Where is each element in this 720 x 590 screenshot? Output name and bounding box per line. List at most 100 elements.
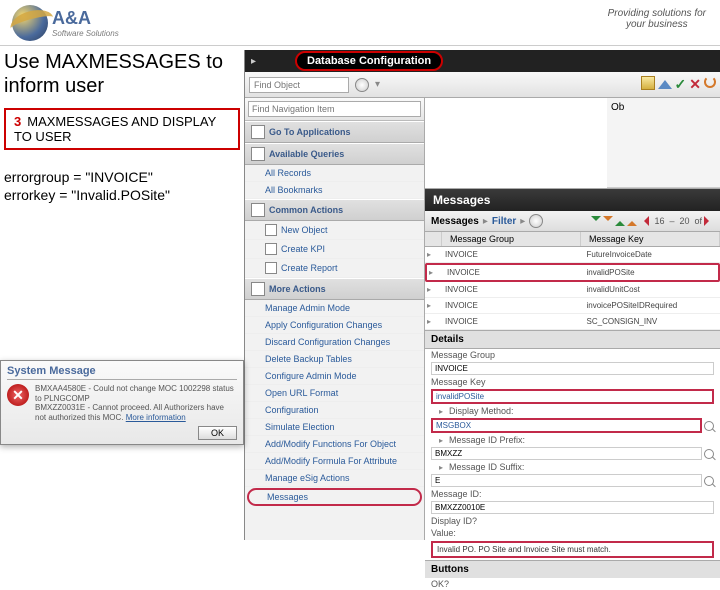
common-icon bbox=[251, 203, 265, 217]
nav-reload-db[interactable]: Delete Backup Tables bbox=[245, 351, 424, 368]
filter-link[interactable]: Filter bbox=[492, 216, 516, 227]
nav-pane: Go To Applications Available Queries All… bbox=[245, 98, 425, 540]
nav-discard-config[interactable]: Discard Configuration Changes bbox=[245, 334, 424, 351]
detail-value-label: Value: bbox=[425, 527, 720, 539]
messages-panel-title: Messages bbox=[425, 189, 720, 211]
route-icon[interactable] bbox=[704, 76, 716, 88]
error-icon: ✕ bbox=[7, 384, 29, 406]
code-line-1: errorgroup = "INVOICE" bbox=[4, 168, 240, 186]
system-message-dialog: System Message ✕ BMXAA4580E - Could not … bbox=[0, 360, 244, 445]
nav-manage-admin[interactable]: Manage Admin Mode bbox=[245, 300, 424, 317]
buttons-header: Buttons bbox=[425, 560, 720, 578]
app-arrow-icon[interactable]: ▸ bbox=[251, 56, 256, 67]
messages-panel-bar: Messages ▸ Filter ▸ 16 – 20 of bbox=[425, 211, 720, 232]
detail-msggroup-val[interactable]: INVOICE bbox=[431, 362, 714, 375]
lookup-icon[interactable] bbox=[704, 421, 714, 431]
ok-button[interactable]: OK bbox=[198, 426, 237, 440]
goto-icon bbox=[251, 125, 265, 139]
object-area: Ob bbox=[607, 98, 720, 188]
table-row[interactable]: ▸INVOICEinvalidPOSite bbox=[425, 263, 720, 282]
nav-new-object[interactable]: New Object bbox=[245, 221, 424, 240]
table-row[interactable]: ▸INVOICEinvalidUnitCost bbox=[425, 282, 720, 298]
tagline: Providing solutions for your business bbox=[608, 8, 706, 30]
nav-create-kpi[interactable]: Create KPI bbox=[245, 240, 424, 259]
last-page-icon[interactable] bbox=[627, 216, 637, 226]
nav-messages[interactable]: Messages bbox=[247, 488, 422, 506]
detail-ok: OK? bbox=[425, 578, 720, 590]
detail-display-val[interactable]: MSGBOX bbox=[431, 418, 702, 433]
logo-icon bbox=[12, 5, 48, 41]
nav-apply-config[interactable]: Apply Configuration Changes bbox=[245, 317, 424, 334]
app-screenshot: ▸ Database Configuration ▾ ✓ ✕ Go To App… bbox=[244, 50, 720, 540]
table-header: Message Group Message Key bbox=[425, 232, 720, 247]
detail-msgkey: Message Key bbox=[425, 376, 720, 388]
details-header: Details bbox=[425, 330, 720, 349]
detail-prefix-val[interactable]: BMXZZ bbox=[431, 447, 702, 460]
nav-create-report[interactable]: Create Report bbox=[245, 259, 424, 278]
nav-all-bookmarks[interactable]: All Bookmarks bbox=[245, 182, 424, 199]
detail-value-val[interactable]: Invalid PO. PO Site and Invoice Site mus… bbox=[431, 541, 714, 558]
filter-search-icon[interactable] bbox=[529, 214, 543, 228]
messages-header: Messages bbox=[431, 216, 479, 227]
section-title-pill: Database Configuration bbox=[295, 51, 443, 71]
home-icon[interactable] bbox=[658, 73, 672, 89]
nav-manage-esig[interactable]: Manage eSig Actions bbox=[245, 470, 424, 487]
new-icon bbox=[265, 224, 277, 236]
code-line-2: errorkey = "Invalid.POSite" bbox=[4, 186, 240, 204]
first-page-icon[interactable] bbox=[591, 216, 601, 226]
nav-reload-url[interactable]: Open URL Format bbox=[245, 385, 424, 402]
logo-text: A&A bbox=[52, 8, 119, 29]
detail-prefix: ▸Message ID Prefix: bbox=[425, 434, 720, 446]
col-message-group[interactable]: Message Group bbox=[442, 232, 581, 246]
nav-more-section[interactable]: More Actions bbox=[245, 278, 424, 300]
system-message-title: System Message bbox=[7, 365, 237, 380]
next-page-icon[interactable] bbox=[615, 216, 625, 226]
slide-title: Use MAXMESSAGES to inform user bbox=[4, 50, 240, 98]
detail-display: ▸Display Method: bbox=[425, 405, 720, 417]
nav-common-section[interactable]: Common Actions bbox=[245, 199, 424, 221]
lookup-icon-3[interactable] bbox=[704, 476, 714, 486]
table-row[interactable]: ▸INVOICEinvoicePOSiteIDRequired bbox=[425, 298, 720, 314]
clear-icon[interactable]: ✕ bbox=[689, 76, 701, 93]
table-row[interactable]: ▸INVOICESC_CONSIGN_INV bbox=[425, 314, 720, 330]
kpi-icon bbox=[265, 243, 277, 255]
table-row[interactable]: ▸INVOICEFutureInvoiceDate bbox=[425, 247, 720, 263]
table-body: ▸INVOICEFutureInvoiceDate▸INVOICEinvalid… bbox=[425, 247, 720, 330]
lookup-icon-2[interactable] bbox=[704, 449, 714, 459]
more-icon bbox=[251, 282, 265, 296]
pager-to: 20 bbox=[679, 216, 689, 226]
prev-page-icon[interactable] bbox=[603, 216, 613, 226]
right-pane: Ob Messages Messages ▸ Filter ▸ 16 bbox=[425, 98, 720, 540]
nav-reload-text[interactable]: Configuration bbox=[245, 402, 424, 419]
search-icon[interactable] bbox=[355, 78, 369, 92]
nav-reload-cache[interactable]: Configure Admin Mode bbox=[245, 368, 424, 385]
app-titlebar: ▸ Database Configuration bbox=[245, 50, 720, 72]
nav-goto-section[interactable]: Go To Applications bbox=[245, 121, 424, 143]
nav-queries-section[interactable]: Available Queries bbox=[245, 143, 424, 165]
collapse-icon[interactable] bbox=[639, 216, 649, 226]
detail-suffix-val[interactable]: E bbox=[431, 474, 702, 487]
slide-left-column: Use MAXMESSAGES to inform user MAXMESSAG… bbox=[4, 50, 240, 204]
detail-suffix: ▸Message ID Suffix: bbox=[425, 461, 720, 473]
toolbar: ▾ ✓ ✕ bbox=[245, 72, 720, 98]
queries-icon bbox=[251, 147, 265, 161]
logo: A&A Software Solutions bbox=[12, 5, 119, 41]
nav-reload-import[interactable]: Simulate Election bbox=[245, 419, 424, 436]
nav-add-modify2[interactable]: Add/Modify Formula For Attribute bbox=[245, 453, 424, 470]
detail-msgid-val[interactable]: BMXZZ0010E bbox=[431, 501, 714, 514]
detail-msgid: Message ID: bbox=[425, 488, 720, 500]
expand-icon[interactable] bbox=[704, 216, 714, 226]
col-message-key[interactable]: Message Key bbox=[581, 232, 720, 246]
code-text: errorgroup = "INVOICE" errorkey = "Inval… bbox=[4, 168, 240, 204]
pager-from: 16 bbox=[654, 216, 664, 226]
detail-msgkey-val[interactable]: invalidPOSite bbox=[431, 389, 714, 404]
bulletin-icon[interactable] bbox=[641, 76, 655, 90]
detail-displayid: Display ID? bbox=[425, 515, 720, 527]
nav-add-modify[interactable]: Add/Modify Functions For Object bbox=[245, 436, 424, 453]
find-nav-input[interactable] bbox=[248, 101, 421, 117]
logo-subtitle: Software Solutions bbox=[52, 29, 119, 38]
save-icon[interactable]: ✓ bbox=[675, 76, 687, 93]
find-object-input[interactable] bbox=[249, 77, 349, 93]
nav-find-wrap bbox=[245, 98, 424, 121]
nav-all-records[interactable]: All Records bbox=[245, 165, 424, 182]
